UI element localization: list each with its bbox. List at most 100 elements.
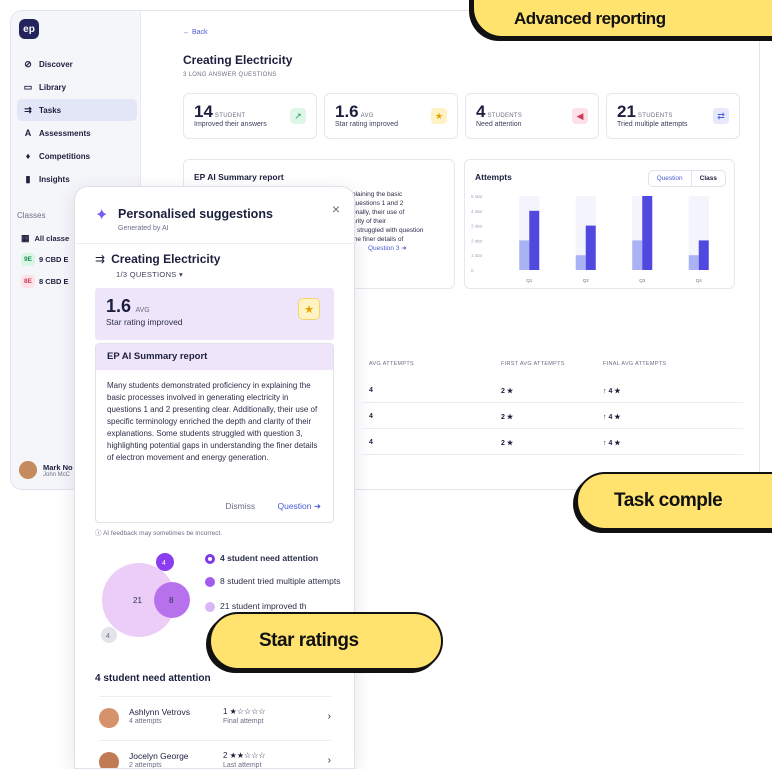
- trophy-icon: ♦: [25, 151, 31, 161]
- x-tick-label: Q1: [526, 278, 533, 283]
- question-select[interactable]: 1/3 QUESTIONS ▾: [116, 270, 183, 279]
- student-attempt-type: Final attempt: [223, 718, 264, 725]
- toggle-question[interactable]: Question: [649, 171, 692, 186]
- stat-number: 4: [476, 102, 486, 121]
- sidebar-item-tasks[interactable]: ⇉ Tasks: [17, 99, 137, 121]
- summary-text: plaining the basic questions 1 and 2 ona…: [352, 190, 452, 253]
- sidebar-item-discover[interactable]: ⊘ Discover: [17, 53, 137, 75]
- sidebar-item-label: Library: [39, 82, 67, 92]
- col-avg-attempts: AVG ATTEMPTS: [369, 361, 414, 367]
- legend-dot: [205, 602, 215, 612]
- y-tick-label: 1 star: [471, 253, 483, 258]
- student-name: Ashlynn Vetrovs: [129, 707, 190, 717]
- student-row[interactable]: Jocelyn George 2 attempts 2 ★★☆☆☆ Last a…: [99, 740, 331, 769]
- cell-final: ↑ 4 ★: [603, 440, 621, 447]
- legend-text: 21 student improved th: [220, 601, 307, 611]
- sidebar-item-label: Discover: [39, 59, 73, 69]
- col-first-avg: FIRST AVG ATTEMPTS: [501, 361, 565, 367]
- sidebar-item-class-9e[interactable]: 9E 9 CBD E: [21, 253, 69, 266]
- hero-label: Star rating improved: [106, 317, 183, 327]
- cell-first: 2 ★: [501, 388, 514, 395]
- y-tick-label: 3 star: [471, 224, 483, 229]
- stat-number: 1.6: [335, 102, 359, 121]
- star-rating-hero: 1.6 AVG Star rating improved ★: [95, 288, 334, 340]
- sidebar-item-assessments[interactable]: A Assessments: [17, 122, 137, 144]
- bubble-label-mid: 8: [169, 596, 174, 605]
- table-row[interactable]: 4 2 ★ ↑ 4 ★: [363, 431, 743, 455]
- bar-q2-series-2: [585, 225, 596, 270]
- cell-final: ↑ 4 ★: [603, 414, 621, 421]
- legend-dot: [205, 554, 215, 564]
- card-title: Personalised suggestions: [118, 207, 273, 221]
- cell-avg: 4: [369, 439, 373, 446]
- sidebar-item-competitions[interactable]: ♦ Competitions: [17, 145, 137, 167]
- question-link[interactable]: Question 3: [368, 245, 399, 252]
- sidebar-item-class-8e[interactable]: 8E 8 CBD E: [21, 275, 69, 288]
- stat-unit: AVG: [360, 113, 374, 119]
- stat-number: 21: [617, 102, 636, 121]
- table-row[interactable]: 4 2 ★ ↑ 4 ★: [363, 379, 743, 403]
- legend-improved: 21 student improved th: [205, 601, 345, 612]
- divider: [75, 243, 354, 244]
- back-link[interactable]: ← Back: [183, 29, 208, 36]
- summary-line: onally, their use of: [352, 209, 405, 216]
- toggle-class[interactable]: Class: [692, 171, 725, 186]
- sidebar-item-label: Assessments: [39, 128, 91, 138]
- stat-number: 14: [194, 102, 213, 121]
- summary-title: EP AI Summary report: [194, 172, 284, 182]
- sidebar-item-label: 9 CBD E: [38, 255, 69, 264]
- tasks-icon: ⇉: [95, 252, 106, 266]
- cell-first: 2 ★: [501, 440, 514, 447]
- student-row[interactable]: Ashlynn Vetrovs 4 attempts 1 ★☆☆☆☆ Final…: [99, 696, 331, 740]
- stat-unit: STUDENTS: [637, 113, 673, 119]
- star-icon: ★: [431, 108, 447, 124]
- close-icon[interactable]: ×: [332, 201, 340, 217]
- sidebar-nav: ⊘ Discover ▭ Library ⇉ Tasks A Assessments ♦…: [17, 53, 137, 191]
- question-button[interactable]: Question ➜: [277, 501, 321, 511]
- classes-heading: Classes: [17, 211, 46, 220]
- user-profile[interactable]: Mark No John McC: [19, 461, 73, 479]
- summary-line: plaining the basic: [352, 191, 403, 198]
- dismiss-button[interactable]: Dismiss: [225, 501, 255, 511]
- advanced-reporting-pill: Advanced reporting: [472, 0, 772, 38]
- stat-card-multiple-attempts: 21 STUDENTS Tried multiple attempts ⇄: [606, 93, 740, 139]
- summary-line: arity of their: [352, 218, 386, 225]
- student-attempts: 2 attempts: [129, 762, 162, 769]
- stat-label: Need attention: [476, 121, 522, 128]
- ep-logo: ep: [19, 19, 39, 39]
- stat-label: Star rating improved: [335, 121, 399, 128]
- suggestions-card: ✦ Personalised suggestions Generated by …: [74, 186, 355, 769]
- stat-unit: STUDENTS: [487, 113, 523, 119]
- megaphone-icon: ◀: [572, 108, 588, 124]
- page-subtitle: 3 LONG ANSWER QUESTIONS: [183, 72, 277, 78]
- y-tick-label: 0: [471, 268, 474, 273]
- stat-card-need-attention: 4 STUDENTS Need attention ◀: [465, 93, 599, 139]
- cell-avg: 4: [369, 387, 373, 394]
- sparkle-icon: ✦: [95, 207, 109, 224]
- hero-unit: AVG: [135, 307, 150, 314]
- task-name: Creating Electricity: [111, 252, 221, 266]
- ai-disclaimer: ⓘ AI feedback may sometimes be incorrect…: [95, 530, 223, 537]
- task-complete-pill: Task comple: [576, 472, 772, 530]
- assessments-icon: A: [24, 128, 32, 138]
- sidebar-item-all-classes[interactable]: ▦ All classe: [21, 233, 69, 244]
- legend-dot: [205, 577, 215, 587]
- chevron-right-icon[interactable]: ›: [328, 711, 331, 722]
- star-ratings-pill: Star ratings: [209, 612, 443, 670]
- student-name: Jocelyn George: [129, 751, 189, 761]
- cell-avg: 4: [369, 413, 373, 420]
- sidebar-item-label: Tasks: [39, 105, 62, 115]
- sidebar-item-library[interactable]: ▭ Library: [17, 76, 137, 98]
- ai-summary-box: EP AI Summary report Many students demon…: [95, 343, 334, 523]
- grid-icon: ▦: [21, 233, 30, 243]
- legend-need-attention: 4 student need attention: [205, 553, 318, 564]
- table-row[interactable]: 4 2 ★ ↑ 4 ★: [363, 405, 743, 429]
- class-badge: 8E: [21, 275, 35, 288]
- bar-q2-series-1: [575, 255, 586, 270]
- tasks-icon: ⇉: [24, 104, 32, 115]
- stat-card-star-rating: 1.6 AVG Star rating improved ★: [324, 93, 458, 139]
- attempts-chart: 5 star 4 star 3 star 2 star 1 star 0 Q1 Q2 Q3 Q4: [471, 194, 709, 283]
- bubble-chart: 21 8 4 4: [101, 553, 190, 643]
- chevron-right-icon[interactable]: ›: [328, 755, 331, 766]
- avatar: [19, 461, 37, 479]
